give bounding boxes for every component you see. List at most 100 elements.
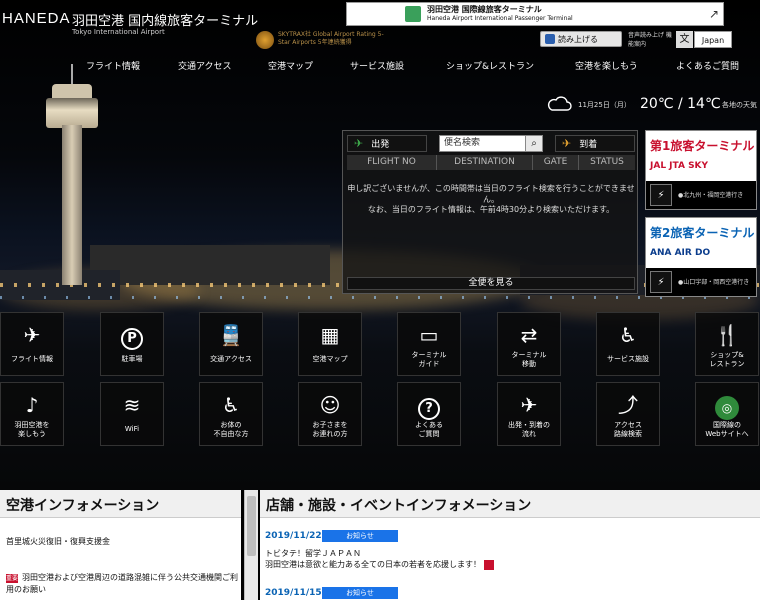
tile-terminal-transfer[interactable]: ⇄ ターミナル 移動 — [497, 312, 561, 376]
tile-route-search[interactable]: ⤴ アクセス 路線検索 — [596, 382, 660, 446]
music-note-icon: ♪ — [25, 393, 39, 417]
nav-faq[interactable]: よくあるご質問 — [676, 59, 739, 72]
tab-arrivals-label: 到着 — [579, 140, 598, 150]
skytrax-award-text: SKYTRAX社 Global Airport Rating 5-Star Ai… — [278, 31, 384, 46]
tile-access[interactable]: 🚆 交通アクセス — [199, 312, 263, 376]
terminal-1-name: 第1旅客ターミナル — [650, 139, 755, 153]
language-select[interactable]: Japan — [694, 31, 732, 48]
read-aloud-button[interactable]: 読み上げる — [540, 31, 622, 47]
weather-link[interactable]: 各地の天気 — [722, 100, 757, 110]
train-icon: 🚆 — [218, 323, 244, 347]
terminal-1-dest: ●北九州・福岡空港行き — [678, 192, 744, 199]
terminal-2-strip: ⚡ ●山口宇部・岡西空港行き — [646, 268, 756, 296]
departure-arrival-icon: ✈ — [520, 393, 538, 417]
terminal-1-route-icon: ⚡ — [650, 184, 672, 206]
tab-departures[interactable]: ✈ 出発 — [347, 135, 427, 152]
shop-event-information-panel: 店舗・施設・イベントインフォメーション 2019/11/22 お知らせ トビタテ… — [260, 490, 760, 600]
intl-banner-en: Haneda Airport International Passenger T… — [427, 15, 573, 22]
tile-label: 交通アクセス — [210, 355, 252, 363]
tile-label: フライト情報 — [11, 355, 53, 363]
tile-label: 羽田空港を 楽しもう — [14, 421, 50, 438]
arrival-plane-icon: ✈ — [562, 137, 572, 150]
intl-banner-jp: 羽田空港 国際線旅客ターミナル — [427, 5, 542, 14]
tile-flight-info[interactable]: ✈ フライト情報 — [0, 312, 64, 376]
important-notice-text: 羽田空港および空港周辺の道路混雑に伴う公共交通機関ご利用のお願い — [6, 573, 238, 594]
tile-with-children[interactable]: ☺ お子さまを お連れの方 — [298, 382, 362, 446]
speaker-icon — [545, 34, 555, 44]
tile-label: サービス施設 — [607, 355, 649, 363]
event-title-link[interactable]: トビタテ！留学ＪＡＰＡＮ — [265, 548, 361, 559]
tile-label: お体の 不自由な方 — [213, 421, 249, 438]
child-icon: ☺ — [319, 393, 341, 417]
scrollbar-thumb[interactable] — [247, 496, 256, 556]
view-all-flights-button[interactable]: 全便を見る — [347, 277, 635, 290]
airport-information-panel: 空港インフォメーション 首里城火災復旧・復興支援金 重要 羽田空港および空港周辺の… — [0, 490, 241, 600]
terminal-2-route-icon: ⚡ — [650, 271, 672, 293]
weather-date: 11月25日（月） — [578, 101, 631, 109]
site-title: 羽田空港 国内線旅客ターミナル — [72, 14, 259, 29]
fork-knife-icon: 🍴 — [714, 323, 740, 347]
wifi-icon: ≋ — [123, 393, 141, 417]
tab-departures-label: 出発 — [371, 140, 390, 150]
nav-flight-info[interactable]: フライト情報 — [86, 59, 140, 72]
event-tag: お知らせ — [322, 587, 398, 599]
tile-shop-restaurant[interactable]: 🍴 ショップ& レストラン — [695, 312, 759, 376]
tile-faq[interactable]: ? よくある ご質問 — [397, 382, 461, 446]
terminal-logo-icon — [405, 6, 421, 22]
tile-airport-map[interactable]: ▦ 空港マップ — [298, 312, 362, 376]
nav-airport-map[interactable]: 空港マップ — [268, 59, 313, 72]
info-scrollbar[interactable] — [244, 490, 258, 600]
tile-label: WiFi — [124, 425, 140, 433]
route-icon: ⤴ — [618, 393, 638, 417]
nav-service-facilities[interactable]: サービス施設 — [350, 59, 404, 72]
event-description-link[interactable]: 羽田空港は意欲と能力ある全ての日本の若者を応援します！ — [265, 559, 494, 570]
nav-shop-restaurant[interactable]: ショップ&レストラン — [446, 59, 534, 72]
service-facilities-icon: ♿ — [619, 323, 637, 347]
col-status: STATUS — [590, 157, 624, 167]
terminal-1-banner[interactable]: 第1旅客ターミナル JAL JTA SKY ⚡ ●北九州・福岡空港行き — [645, 130, 757, 210]
map-icon: ▦ — [320, 323, 340, 347]
tile-service-facilities[interactable]: ♿ サービス施設 — [596, 312, 660, 376]
tile-international-website[interactable]: ◎ 国際線の Webサイトへ — [695, 382, 759, 446]
event-date: 2019/11/22 — [265, 531, 322, 541]
tile-departure-arrival-flow[interactable]: ✈ 出発・到着の 流れ — [497, 382, 561, 446]
terminal-2-banner[interactable]: 第2旅客ターミナル ANA AIR DO ⚡ ●山口宇部・岡西空港行き — [645, 217, 757, 297]
transfer-icon: ⇄ — [520, 323, 538, 347]
tab-arrivals[interactable]: ✈ 到着 — [555, 135, 635, 152]
nav-access[interactable]: 交通アクセス — [178, 59, 232, 72]
event-date: 2019/11/15 — [265, 588, 322, 598]
airport-info-important-link[interactable]: 重要 羽田空港および空港周辺の道路混雑に伴う公共交通機関ご利用のお願い — [6, 572, 238, 596]
tile-label: ターミナル ガイド — [411, 351, 447, 368]
airport-info-link[interactable]: 首里城火災復旧・復興支援金 — [6, 536, 110, 547]
tile-label: ターミナル 移動 — [511, 351, 547, 368]
terminal-2-airlines: ANA AIR DO — [650, 248, 711, 258]
search-icon[interactable]: ⌕ — [525, 135, 543, 152]
event-tag: お知らせ — [322, 530, 398, 542]
flight-search-hours-message: なお、当日のフライト情報は、午前4時30分より検索いただけます。 — [367, 205, 615, 214]
airplane-icon: ✈ — [23, 323, 41, 347]
tile-wifi[interactable]: ≋ WiFi — [100, 382, 164, 446]
flight-unavailable-message: 申し訳ございませんが、この時間帯は当日のフライト検索を行うことができません。 — [347, 184, 635, 204]
international-terminal-banner[interactable]: 羽田空港 国際線旅客ターミナル Haneda Airport Internati… — [346, 2, 724, 26]
tile-terminal-guide[interactable]: ▭ ターミナル ガイド — [397, 312, 461, 376]
wheelchair-icon: ♿ — [222, 393, 240, 417]
read-aloud-guide-link[interactable]: 音声読み上げ 機能案内 — [628, 31, 674, 49]
tile-label: 空港マップ — [312, 355, 348, 363]
globe-icon: ◎ — [715, 396, 739, 420]
new-icon — [484, 559, 494, 570]
tile-accessibility[interactable]: ♿ お体の 不自由な方 — [199, 382, 263, 446]
question-icon: ? — [418, 398, 440, 420]
tile-label: 出発・到着の 流れ — [508, 421, 550, 438]
terminal-2-dest: ●山口宇部・岡西空港行き — [678, 279, 750, 286]
parking-icon: P — [121, 328, 143, 350]
tile-parking[interactable]: P 駐車場 — [100, 312, 164, 376]
site-subtitle: Tokyo International Airport — [72, 28, 165, 36]
language-icon[interactable]: 文 — [676, 31, 693, 48]
col-gate: GATE — [533, 155, 579, 170]
event-info-title: 店舗・施設・イベントインフォメーション — [260, 490, 760, 518]
read-aloud-label: 読み上げる — [558, 34, 598, 44]
site-logo[interactable]: HANEDA — [2, 10, 71, 27]
nav-enjoy-airport[interactable]: 空港を楽しもう — [575, 59, 638, 72]
flight-search-panel: ✈ 出発 便名検索 ⌕ ✈ 到着 FLIGHT NO DESTINATION G… — [342, 130, 638, 294]
tile-enjoy-airport[interactable]: ♪ 羽田空港を 楽しもう — [0, 382, 64, 446]
